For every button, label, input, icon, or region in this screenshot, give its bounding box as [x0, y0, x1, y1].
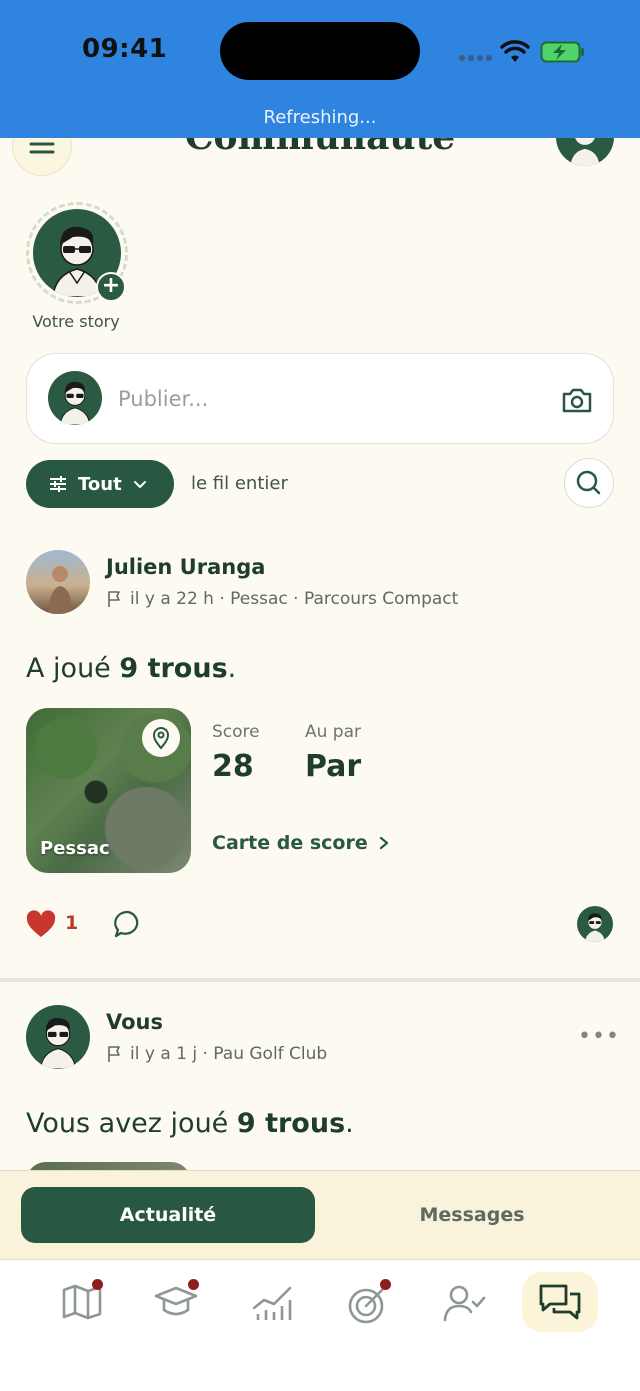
- heart-icon[interactable]: [26, 910, 56, 938]
- user-check-icon[interactable]: [440, 1280, 488, 1328]
- summary-suffix: .: [227, 653, 237, 684]
- composer-avatar: [48, 371, 102, 425]
- person-photo-icon: [48, 566, 72, 614]
- search-button[interactable]: [564, 458, 614, 508]
- post-meta-text: il y a 22 h · Pessac · Parcours Compact: [130, 589, 459, 609]
- search-icon: [576, 470, 601, 495]
- chevron-right-icon: [379, 836, 388, 850]
- tab-messages[interactable]: Messages: [322, 1187, 622, 1243]
- post-author-name[interactable]: Vous: [106, 1010, 163, 1034]
- scorecard-link-label: Carte de score: [212, 832, 368, 854]
- add-story-button[interactable]: +: [96, 272, 126, 302]
- filter-label: Tout: [78, 473, 122, 495]
- scorecard-link[interactable]: Carte de score: [212, 832, 390, 854]
- notification-dot: [188, 1279, 199, 1290]
- par-value: Par: [305, 749, 362, 784]
- notification-dot: [380, 1279, 391, 1290]
- summary-suffix: .: [345, 1108, 354, 1139]
- avatar-illustration-icon: [39, 1017, 77, 1069]
- avatar-illustration-icon: [585, 913, 605, 942]
- post-author-avatar[interactable]: [26, 550, 90, 614]
- par-label: Au par: [305, 722, 362, 742]
- post-summary: A joué 9 trous.: [26, 653, 236, 684]
- cellular-signal-icon: [459, 55, 492, 61]
- filter-dropdown[interactable]: Tout: [26, 460, 174, 508]
- post-author-avatar[interactable]: [26, 1005, 90, 1069]
- liker-avatar[interactable]: [577, 906, 613, 942]
- flag-icon: [108, 591, 120, 607]
- location-pin-icon: [152, 727, 170, 750]
- refreshing-indicator: Refreshing...: [263, 107, 377, 128]
- summary-bold: 9 trous: [119, 653, 228, 684]
- camera-icon[interactable]: [560, 384, 594, 416]
- battery-charging-icon: [540, 41, 584, 63]
- like-count: 1: [65, 912, 79, 934]
- post-composer[interactable]: [26, 353, 614, 444]
- sliders-icon: [50, 476, 66, 492]
- post-meta-text: il y a 1 j · Pau Golf Club: [130, 1044, 328, 1064]
- comment-icon[interactable]: [112, 908, 144, 940]
- more-options-button[interactable]: •••: [578, 1024, 620, 1049]
- score-value: 28: [212, 749, 254, 784]
- post-meta: il y a 22 h · Pessac · Parcours Compact: [106, 589, 458, 609]
- status-time: 09:41: [82, 34, 168, 64]
- summary-prefix: Vous avez joué: [26, 1108, 229, 1139]
- location-pin-button[interactable]: [142, 719, 180, 757]
- summary-prefix: A joué: [26, 653, 111, 684]
- wifi-icon: [500, 40, 530, 62]
- summary-bold: 9 trous: [236, 1108, 346, 1139]
- stats-chart-icon[interactable]: [248, 1280, 296, 1328]
- filter-description: le fil entier: [191, 473, 288, 494]
- chat-bubbles-icon[interactable]: [536, 1278, 584, 1326]
- post-divider: [0, 978, 640, 982]
- story-label: Votre story: [32, 312, 120, 331]
- post-author-name[interactable]: Julien Uranga: [106, 555, 265, 579]
- composer-input[interactable]: Publier...: [118, 387, 208, 411]
- map-location-label: Pessac: [40, 838, 110, 859]
- notification-dot: [92, 1279, 103, 1290]
- tab-actualite[interactable]: Actualité: [21, 1187, 315, 1243]
- post-summary: Vous avez joué 9 trous.: [26, 1108, 354, 1139]
- post-meta: il y a 1 j · Pau Golf Club: [106, 1044, 327, 1064]
- chevron-down-icon: [133, 481, 146, 488]
- avatar-illustration-icon: [59, 381, 91, 425]
- flag-icon: [108, 1046, 120, 1062]
- score-label: Score: [212, 722, 260, 742]
- dynamic-island: [220, 22, 420, 80]
